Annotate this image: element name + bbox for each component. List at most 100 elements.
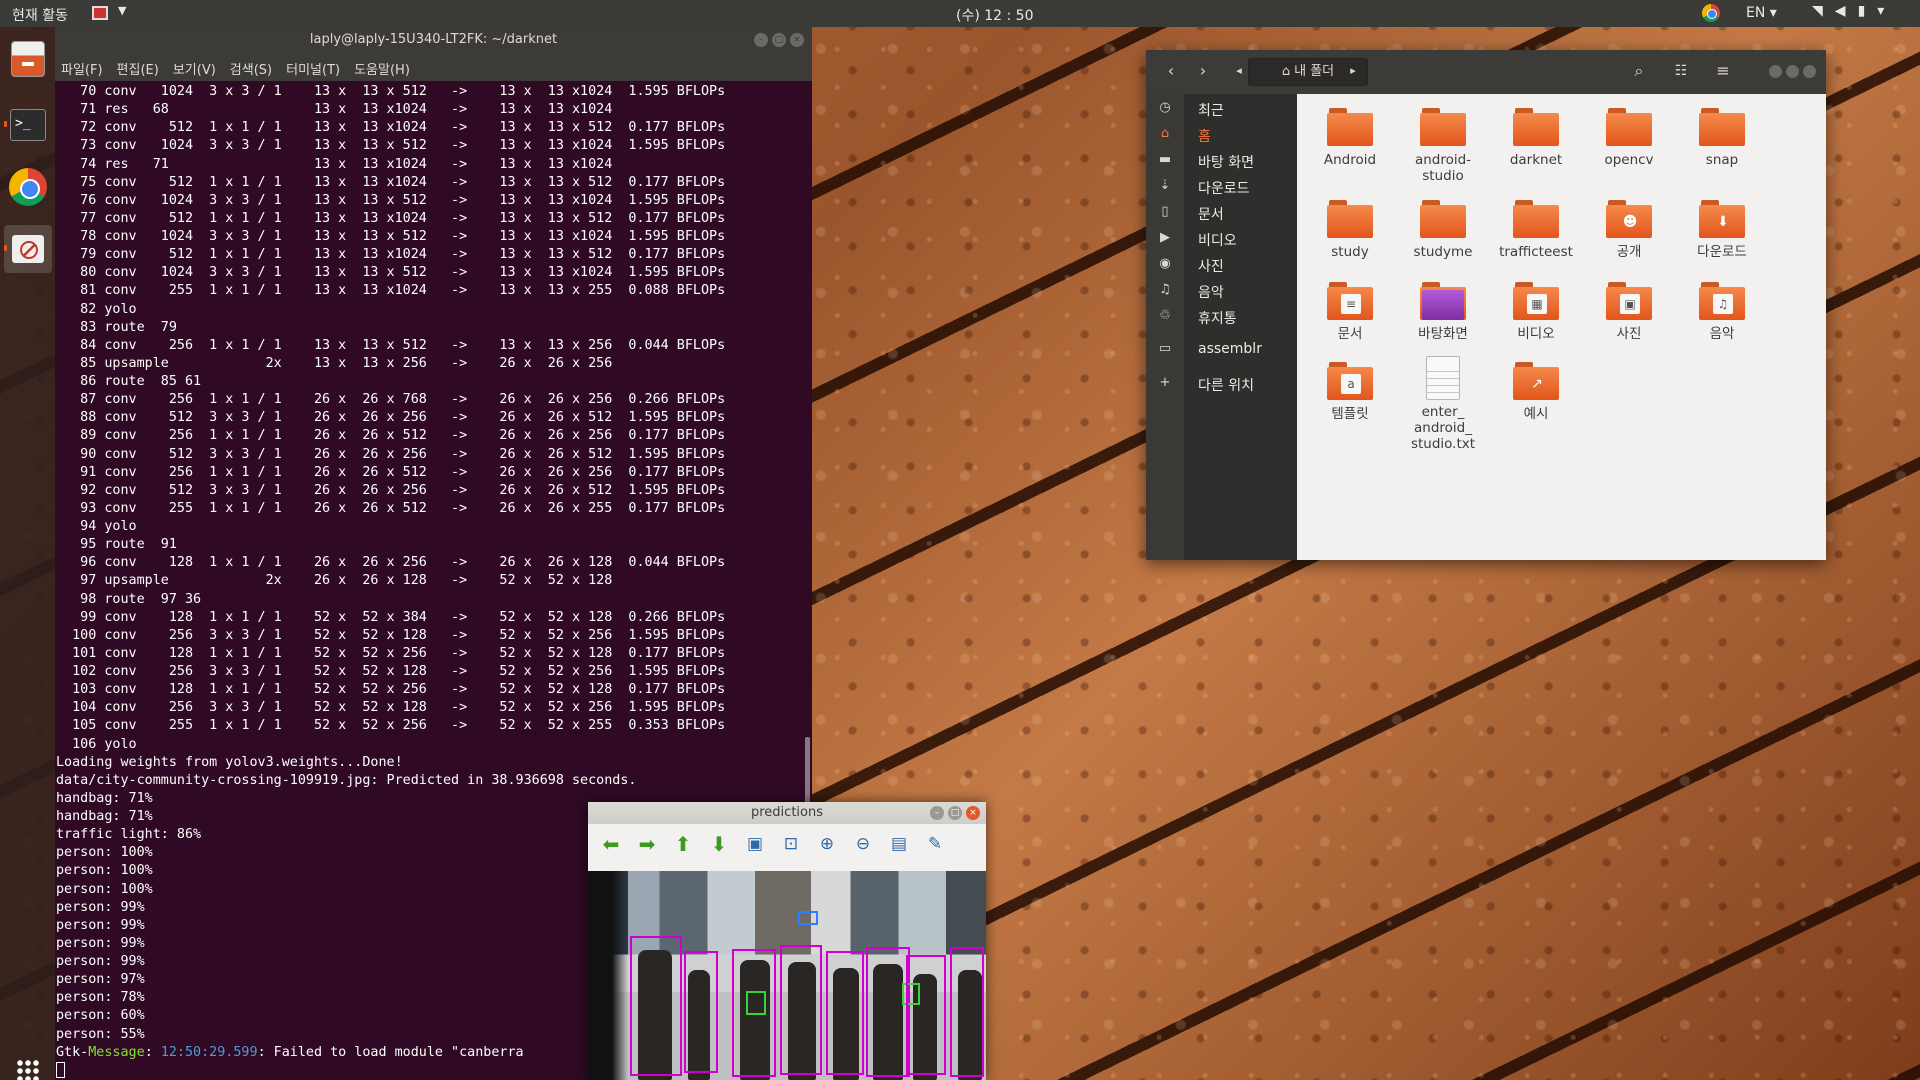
file-item-public[interactable]: ☻ 공개 — [1585, 200, 1673, 260]
terminal-titlebar[interactable]: laply@laply-15U340-LT2FK: ~/darknet – □ … — [55, 27, 812, 53]
save-icon[interactable]: ▤ — [886, 831, 912, 857]
terminal-line: 83 route 79 — [56, 319, 177, 335]
file-item-documents[interactable]: ≡ 문서 — [1306, 282, 1394, 342]
zoom-out-icon[interactable]: ⊖ — [850, 831, 876, 857]
hamburger-menu-icon[interactable]: ≡ — [1708, 58, 1738, 86]
file-manager-headerbar[interactable]: ‹ › ◂ ⌂ 내 폴더 ▸ ⌕ ☷ ≡ — [1146, 50, 1826, 94]
file-item-opencv[interactable]: opencv — [1585, 108, 1673, 168]
sidebar-item-trash[interactable]: ♲ 휴지통 — [1146, 304, 1297, 330]
templates-folder-icon: a — [1327, 362, 1373, 400]
predictions-titlebar[interactable]: predictions – □ × — [588, 802, 986, 824]
file-item-darknet[interactable]: darknet — [1492, 108, 1580, 168]
chevron-down-icon[interactable]: ▼ — [118, 4, 126, 17]
active-window-icon[interactable] — [92, 6, 108, 20]
arrow-right-icon[interactable]: ➡ — [634, 831, 660, 857]
sidebar-item-assemblr[interactable]: ▭ assemblr — [1146, 337, 1297, 363]
file-item-label: 다운로드 — [1697, 244, 1747, 260]
sidebar-item-documents[interactable]: ▯ 문서 — [1146, 200, 1297, 226]
zoom-in-icon[interactable]: ⊕ — [814, 831, 840, 857]
dock-terminal-launcher[interactable]: >_ — [4, 101, 52, 149]
terminal-cursor — [56, 1061, 65, 1078]
dock-files-launcher[interactable] — [4, 35, 52, 83]
file-item-examples[interactable]: ↗ 예시 — [1492, 362, 1580, 422]
minimize-button[interactable]: – — [930, 806, 944, 820]
menu-edit[interactable]: 편집(E) — [117, 59, 159, 81]
terminal-line: 94 yolo — [56, 519, 137, 534]
arrow-down-icon[interactable]: ⬇ — [706, 831, 732, 857]
terminal-line: 73 conv 1024 3 x 3 / 1 13 x 13 x 512 -> … — [56, 138, 726, 154]
file-grid[interactable]: Android android- studio darknet opencv s… — [1297, 94, 1826, 560]
dock-predictions-window[interactable] — [4, 225, 52, 273]
path-label: 내 폴더 — [1294, 64, 1335, 79]
file-item-music[interactable]: ♫ 음악 — [1678, 282, 1766, 342]
folder-icon — [1420, 200, 1466, 238]
file-item-study[interactable]: study — [1306, 200, 1394, 260]
menu-search[interactable]: 검색(S) — [230, 59, 272, 81]
terminal-line: 75 conv 512 1 x 1 / 1 13 x 13 x1024 -> 1… — [56, 174, 726, 190]
sidebar-item-other-locations[interactable]: + 다른 위치 — [1146, 371, 1297, 397]
menu-help[interactable]: 도움말(H) — [354, 59, 410, 81]
sidebar-item-desktop[interactable]: ▬ 바탕 화면 — [1146, 148, 1297, 174]
sidebar-item-music[interactable]: ♫ 음악 — [1146, 278, 1297, 304]
brush-icon[interactable]: ✎ — [922, 831, 948, 857]
file-item-trafficteest[interactable]: trafficteest — [1492, 200, 1580, 260]
forward-button[interactable]: › — [1188, 58, 1218, 86]
plus-icon: + — [1159, 375, 1171, 390]
folder-icon — [1327, 200, 1373, 238]
arrow-up-icon[interactable]: ⬆ — [670, 831, 696, 857]
window-title: laply@laply-15U340-LT2FK: ~/darknet — [309, 32, 558, 47]
input-language-menu[interactable]: EN ▾ — [1746, 5, 1777, 21]
maximize-button[interactable]: □ — [772, 33, 786, 47]
maximize-button[interactable] — [1786, 65, 1799, 78]
battery-icon: ▮ — [1857, 3, 1866, 19]
file-item-label: 템플릿 — [1331, 406, 1369, 422]
file-item-templates[interactable]: a 템플릿 — [1306, 362, 1394, 422]
sidebar-item-recent[interactable]: ◷ 최근 — [1146, 96, 1297, 122]
file-item-pictures[interactable]: ▣ 사진 — [1585, 282, 1673, 342]
file-item-android[interactable]: Android — [1306, 108, 1394, 168]
system-tray[interactable]: ◥ ◀ ▮ ▾ — [1812, 3, 1884, 19]
image-icon[interactable]: ▣ — [742, 831, 768, 857]
file-item-android-studio[interactable]: android- studio — [1399, 108, 1487, 184]
file-item-enter-android-studio-txt[interactable]: enter_ android_ studio.txt — [1399, 356, 1487, 452]
volume-icon: ◀ — [1834, 3, 1846, 19]
minimize-button[interactable]: – — [754, 33, 768, 47]
close-button[interactable]: × — [966, 806, 980, 820]
file-item-snap[interactable]: snap — [1678, 108, 1766, 168]
file-item-videos[interactable]: ▦ 비디오 — [1492, 282, 1580, 342]
dock-chrome-launcher[interactable] — [4, 163, 52, 211]
file-item-studyme[interactable]: studyme — [1399, 200, 1487, 260]
terminal-line: 84 conv 256 1 x 1 / 1 13 x 13 x 512 -> 1… — [56, 337, 726, 353]
menu-file[interactable]: 파일(F) — [61, 59, 103, 81]
drive-icon: ▭ — [1158, 341, 1172, 356]
path-scroll-right-button[interactable]: ▸ — [1346, 58, 1360, 86]
back-button[interactable]: ‹ — [1156, 58, 1186, 86]
maximize-button[interactable]: □ — [948, 806, 962, 820]
arrow-left-icon[interactable]: ⬅ — [598, 831, 624, 857]
sidebar-item-pictures[interactable]: ◉ 사진 — [1146, 252, 1297, 278]
sidebar-item-videos[interactable]: ▶ 비디오 — [1146, 226, 1297, 252]
search-icon[interactable]: ⌕ — [1624, 58, 1654, 86]
sidebar-item-label: 문서 — [1198, 207, 1224, 223]
terminal-line: 82 yolo — [56, 301, 137, 317]
show-applications-icon[interactable] — [16, 1059, 40, 1080]
sidebar-item-home[interactable]: ⌂ 홈 — [1146, 122, 1297, 148]
folder-icon — [1420, 108, 1466, 146]
file-manager-window[interactable]: ‹ › ◂ ⌂ 내 폴더 ▸ ⌕ ☷ ≡ ◷ 최근 ⌂ 홈 ▬ 바탕 화면 ⇣ … — [1146, 50, 1826, 560]
file-item-desktop[interactable]: 바탕화면 — [1399, 282, 1487, 342]
file-item-downloads[interactable]: ⬇ 다운로드 — [1678, 200, 1766, 260]
predictions-window[interactable]: predictions – □ × ⬅ ➡ ⬆ ⬇ ▣ ⊡ ⊕ ⊖ ▤ ✎ — [588, 802, 986, 1080]
fit-window-icon[interactable]: ⊡ — [778, 831, 804, 857]
menu-terminal[interactable]: 터미널(T) — [286, 59, 340, 81]
close-button[interactable] — [1803, 65, 1816, 78]
path-scroll-left-button[interactable]: ◂ — [1232, 58, 1246, 86]
menu-view[interactable]: 보기(V) — [173, 59, 216, 81]
sidebar-item-downloads[interactable]: ⇣ 다운로드 — [1146, 174, 1297, 200]
view-mode-icon[interactable]: ☷ — [1666, 58, 1696, 86]
activities-button[interactable]: 현재 활동 — [12, 5, 68, 25]
chrome-indicator-icon[interactable] — [1702, 4, 1720, 22]
minimize-button[interactable] — [1769, 65, 1782, 78]
terminal-line: 70 conv 1024 3 x 3 / 1 13 x 13 x 512 -> … — [56, 84, 726, 99]
close-button[interactable]: × — [790, 33, 804, 47]
clock[interactable]: (수) 12 : 50 — [956, 5, 1034, 25]
